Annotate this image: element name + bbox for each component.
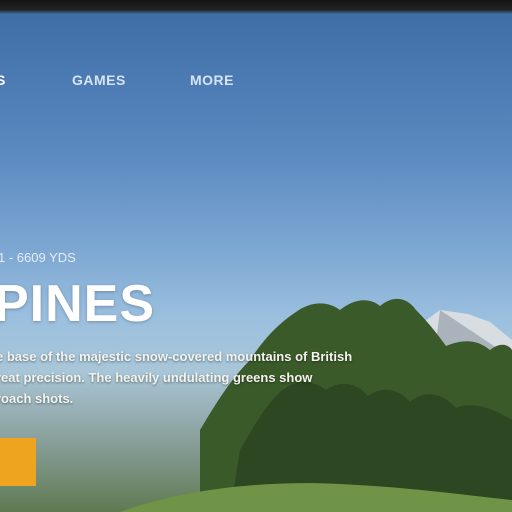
monitor-bezel [0, 0, 512, 14]
course-description: e base of the majestic snow-covered moun… [0, 346, 416, 409]
nav-item-games[interactable]: GAMES [72, 72, 126, 88]
tv-screen: S GAMES MORE 1 - 6609 YDS PINES e base o… [0, 10, 512, 512]
description-line: reat precision. The heavily undulating g… [0, 370, 313, 385]
nav-item-more[interactable]: MORE [190, 72, 234, 88]
description-line: roach shots. [0, 391, 74, 406]
top-navigation: S GAMES MORE [0, 72, 512, 94]
nav-item-partial-active[interactable]: S [0, 72, 6, 88]
description-line: e base of the majestic snow-covered moun… [0, 349, 353, 364]
course-meta: 1 - 6609 YDS [0, 250, 76, 265]
course-title: PINES [0, 275, 156, 333]
play-course-button[interactable] [0, 438, 36, 486]
